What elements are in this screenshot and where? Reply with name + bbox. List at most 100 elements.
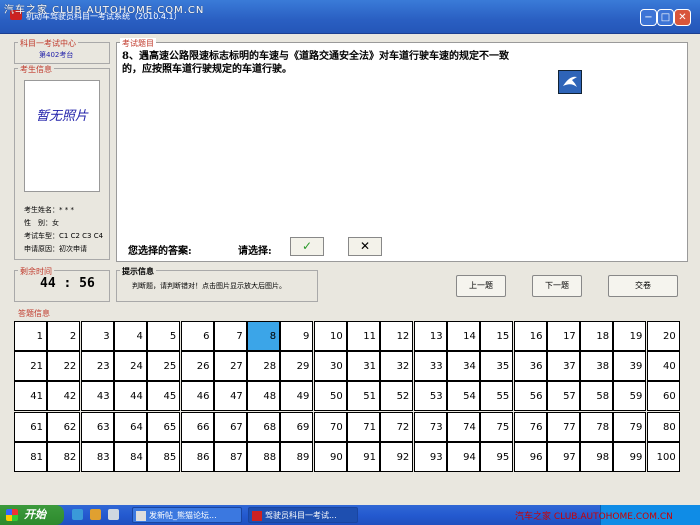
- question-cell[interactable]: 18: [580, 321, 614, 351]
- question-cell[interactable]: 33: [413, 351, 447, 382]
- taskbar-item-forum[interactable]: 发新帖_熊猫论坛...: [132, 507, 242, 523]
- question-cell[interactable]: 29: [280, 351, 314, 382]
- question-cell[interactable]: 81: [14, 441, 47, 472]
- question-cell[interactable]: 41: [14, 381, 47, 412]
- question-cell[interactable]: 45: [147, 381, 181, 412]
- question-cell[interactable]: 88: [247, 441, 281, 472]
- question-cell[interactable]: 35: [480, 351, 514, 382]
- minimize-button[interactable]: −: [640, 9, 657, 26]
- question-cell[interactable]: 20: [646, 321, 680, 351]
- start-button[interactable]: 开始: [0, 505, 64, 525]
- question-cell[interactable]: 23: [80, 351, 114, 382]
- question-cell[interactable]: 7: [213, 321, 247, 351]
- question-cell[interactable]: 94: [446, 441, 480, 472]
- question-cell[interactable]: 42: [47, 381, 81, 412]
- question-cell[interactable]: 80: [646, 411, 680, 442]
- question-cell[interactable]: 13: [413, 321, 447, 351]
- question-cell[interactable]: 60: [646, 381, 680, 412]
- question-cell[interactable]: 10: [313, 321, 347, 351]
- answer-wrong-button[interactable]: ✕: [348, 237, 382, 256]
- question-cell[interactable]: 59: [613, 381, 647, 412]
- question-cell[interactable]: 36: [513, 351, 547, 382]
- question-cell[interactable]: 47: [213, 381, 247, 412]
- question-cell[interactable]: 63: [80, 411, 114, 442]
- ie-icon[interactable]: [72, 509, 83, 520]
- question-cell[interactable]: 70: [313, 411, 347, 442]
- question-cell[interactable]: 96: [513, 441, 547, 472]
- close-button[interactable]: ✕: [674, 9, 691, 26]
- question-image[interactable]: [558, 70, 582, 94]
- prev-question-button[interactable]: 上一题: [456, 275, 506, 297]
- question-cell[interactable]: 34: [446, 351, 480, 382]
- question-cell[interactable]: 86: [180, 441, 214, 472]
- window-titlebar[interactable]: 机动车驾驶员科目一考试系统（2010.4.1） 汽车之家 CLUB.AUTOHO…: [0, 0, 700, 34]
- question-cell[interactable]: 48: [247, 381, 281, 412]
- question-cell[interactable]: 31: [347, 351, 380, 382]
- question-cell[interactable]: 53: [413, 381, 447, 412]
- question-cell[interactable]: 52: [380, 381, 414, 412]
- question-cell[interactable]: 69: [280, 411, 314, 442]
- question-cell[interactable]: 74: [446, 411, 480, 442]
- question-cell[interactable]: 30: [313, 351, 347, 382]
- question-cell[interactable]: 38: [580, 351, 614, 382]
- question-cell[interactable]: 72: [380, 411, 414, 442]
- question-cell[interactable]: 83: [80, 441, 114, 472]
- question-cell[interactable]: 78: [580, 411, 614, 442]
- question-cell[interactable]: 79: [613, 411, 647, 442]
- question-cell[interactable]: 8: [247, 321, 281, 351]
- question-cell[interactable]: 25: [147, 351, 181, 382]
- question-cell[interactable]: 9: [280, 321, 314, 351]
- maximize-button[interactable]: □: [657, 9, 674, 26]
- question-cell[interactable]: 37: [546, 351, 580, 382]
- question-cell[interactable]: 100: [646, 441, 680, 472]
- question-cell[interactable]: 97: [546, 441, 580, 472]
- question-cell[interactable]: 3: [80, 321, 114, 351]
- question-cell[interactable]: 85: [147, 441, 181, 472]
- question-cell[interactable]: 93: [413, 441, 447, 472]
- question-cell[interactable]: 11: [347, 321, 380, 351]
- question-cell[interactable]: 98: [580, 441, 614, 472]
- question-cell[interactable]: 54: [446, 381, 480, 412]
- question-cell[interactable]: 24: [113, 351, 147, 382]
- question-cell[interactable]: 1: [14, 321, 47, 351]
- question-cell[interactable]: 76: [513, 411, 547, 442]
- question-cell[interactable]: 2: [47, 321, 81, 351]
- question-cell[interactable]: 14: [446, 321, 480, 351]
- question-cell[interactable]: 82: [47, 441, 81, 472]
- question-cell[interactable]: 55: [480, 381, 514, 412]
- question-cell[interactable]: 68: [247, 411, 281, 442]
- question-cell[interactable]: 84: [113, 441, 147, 472]
- question-cell[interactable]: 91: [347, 441, 380, 472]
- submit-exam-button[interactable]: 交卷: [608, 275, 678, 297]
- question-cell[interactable]: 57: [546, 381, 580, 412]
- question-cell[interactable]: 27: [213, 351, 247, 382]
- question-cell[interactable]: 6: [180, 321, 214, 351]
- question-cell[interactable]: 89: [280, 441, 314, 472]
- question-cell[interactable]: 19: [613, 321, 647, 351]
- question-cell[interactable]: 4: [113, 321, 147, 351]
- question-cell[interactable]: 50: [313, 381, 347, 412]
- question-cell[interactable]: 28: [247, 351, 281, 382]
- question-cell[interactable]: 43: [80, 381, 114, 412]
- question-cell[interactable]: 77: [546, 411, 580, 442]
- question-cell[interactable]: 15: [480, 321, 514, 351]
- question-cell[interactable]: 87: [213, 441, 247, 472]
- question-cell[interactable]: 46: [180, 381, 214, 412]
- question-cell[interactable]: 16: [513, 321, 547, 351]
- question-cell[interactable]: 17: [546, 321, 580, 351]
- question-cell[interactable]: 21: [14, 351, 47, 382]
- question-cell[interactable]: 61: [14, 411, 47, 442]
- next-question-button[interactable]: 下一题: [532, 275, 582, 297]
- question-cell[interactable]: 44: [113, 381, 147, 412]
- question-cell[interactable]: 99: [613, 441, 647, 472]
- question-cell[interactable]: 67: [213, 411, 247, 442]
- question-cell[interactable]: 39: [613, 351, 647, 382]
- taskbar-item-exam[interactable]: 驾驶员科目一考试...: [248, 507, 358, 523]
- question-cell[interactable]: 22: [47, 351, 81, 382]
- question-cell[interactable]: 26: [180, 351, 214, 382]
- question-cell[interactable]: 73: [413, 411, 447, 442]
- question-cell[interactable]: 75: [480, 411, 514, 442]
- question-cell[interactable]: 5: [147, 321, 181, 351]
- question-cell[interactable]: 12: [380, 321, 414, 351]
- desktop-icon[interactable]: [108, 509, 119, 520]
